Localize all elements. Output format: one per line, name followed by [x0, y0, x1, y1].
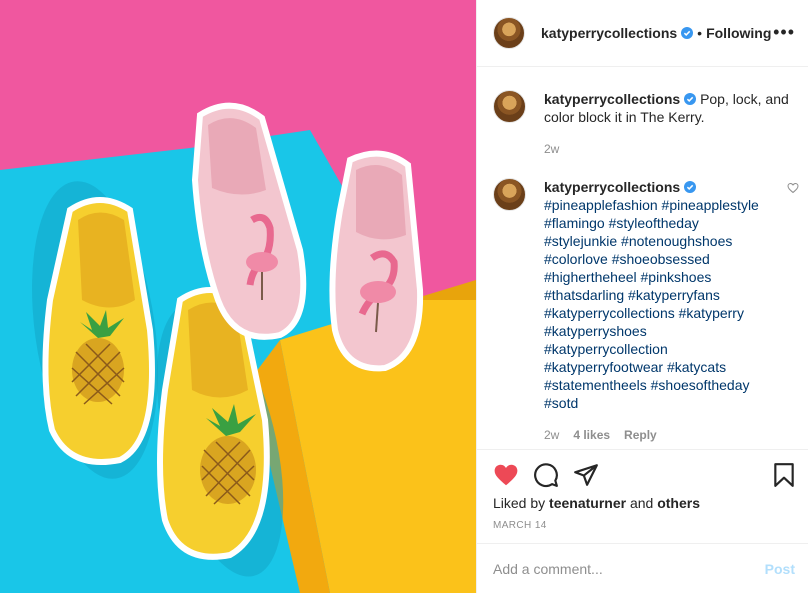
hashtag-line[interactable]: #colorlove #shoeobsessed [544, 250, 789, 268]
avatar[interactable] [493, 90, 526, 123]
post-comment-button[interactable]: Post [765, 561, 795, 577]
hashtag-line[interactable]: #thatsdarling #katyperryfans [544, 286, 789, 304]
liked-by-prefix: Liked by [493, 495, 546, 511]
pink-flamingo-shoe-right [329, 150, 424, 372]
heart-filled-icon[interactable] [493, 462, 519, 488]
instagram-post: katyperrycollections • Following ••• kat… [0, 0, 808, 593]
verified-badge-icon [684, 93, 697, 105]
post-header: katyperrycollections • Following ••• [477, 0, 808, 67]
header-username[interactable]: katyperrycollections [541, 25, 677, 41]
comment-username-line: katyperrycollections [544, 178, 789, 196]
hashtag-line[interactable]: #sotd [544, 394, 789, 412]
heart-outline-icon[interactable] [787, 182, 799, 194]
action-icons-row [493, 462, 797, 488]
verified-badge-icon [681, 27, 694, 39]
following-button[interactable]: Following [706, 25, 771, 41]
hashtag-line[interactable]: #katyperryfootwear #katycats [544, 358, 789, 376]
more-options-icon[interactable]: ••• [773, 22, 795, 42]
hashtag-line[interactable]: #katyperrycollections #katyperry [544, 304, 789, 322]
speech-bubble-icon[interactable] [533, 462, 559, 488]
comment-age[interactable]: 2w [544, 428, 559, 442]
liked-by-others[interactable]: others [657, 495, 700, 511]
hashtag-comment: katyperrycollections #pineapplefashion #… [493, 178, 799, 442]
post-side-panel: katyperrycollections • Following ••• kat… [476, 0, 808, 593]
header-separator: • [697, 25, 703, 41]
caption-username[interactable]: katyperrycollections [544, 91, 680, 107]
hashtag-line[interactable]: #katyperrycollection [544, 340, 789, 358]
caption-text-line: katyperrycollections Pop, lock, and colo… [544, 90, 789, 126]
liked-by-conjunction: and [629, 495, 654, 511]
hashtag-line[interactable]: #katyperryshoes [544, 322, 789, 340]
caption-body: katyperrycollections Pop, lock, and colo… [544, 90, 789, 156]
bookmark-icon[interactable] [771, 462, 797, 488]
caption-comment: katyperrycollections Pop, lock, and colo… [493, 90, 793, 156]
hashtags-block: #pineapplefashion #pineapplestyle #flami… [544, 196, 789, 412]
caption-meta: 2w [544, 142, 789, 156]
avatar[interactable] [493, 178, 526, 211]
avatar[interactable] [493, 17, 525, 49]
add-comment-input[interactable] [493, 558, 743, 580]
shoes-photo-illustration [0, 0, 476, 593]
paper-plane-icon[interactable] [573, 462, 599, 488]
comments-list[interactable]: katyperrycollections Pop, lock, and colo… [477, 68, 808, 449]
hashtag-line[interactable]: #pineapplefashion #pineapplestyle [544, 196, 789, 214]
post-photo[interactable] [0, 0, 476, 593]
yellow-pineapple-shoe-left [42, 197, 155, 465]
comment-likes-count[interactable]: 4 likes [573, 428, 610, 442]
verified-badge-icon [684, 181, 697, 193]
hashtag-line[interactable]: #statementheels #shoesoftheday [544, 376, 789, 394]
reply-button[interactable]: Reply [624, 428, 657, 442]
liked-by-summary: Liked by teenaturner and others [493, 495, 700, 511]
hashtag-comment-body: katyperrycollections #pineapplefashion #… [544, 178, 789, 442]
hashtag-line[interactable]: #highertheheel #pinkshoes [544, 268, 789, 286]
hashtag-line[interactable]: #flamingo #styleoftheday [544, 214, 789, 232]
add-comment-bar: Post [477, 543, 808, 593]
comment-meta: 2w 4 likes Reply [544, 428, 789, 442]
comment-username[interactable]: katyperrycollections [544, 179, 680, 195]
hashtag-line[interactable]: #stylejunkie #notenoughshoes [544, 232, 789, 250]
post-date[interactable]: MARCH 14 [493, 520, 547, 531]
post-actions: Liked by teenaturner and others MARCH 14 [477, 449, 808, 543]
liked-by-user[interactable]: teenaturner [549, 495, 626, 511]
caption-age[interactable]: 2w [544, 142, 559, 156]
